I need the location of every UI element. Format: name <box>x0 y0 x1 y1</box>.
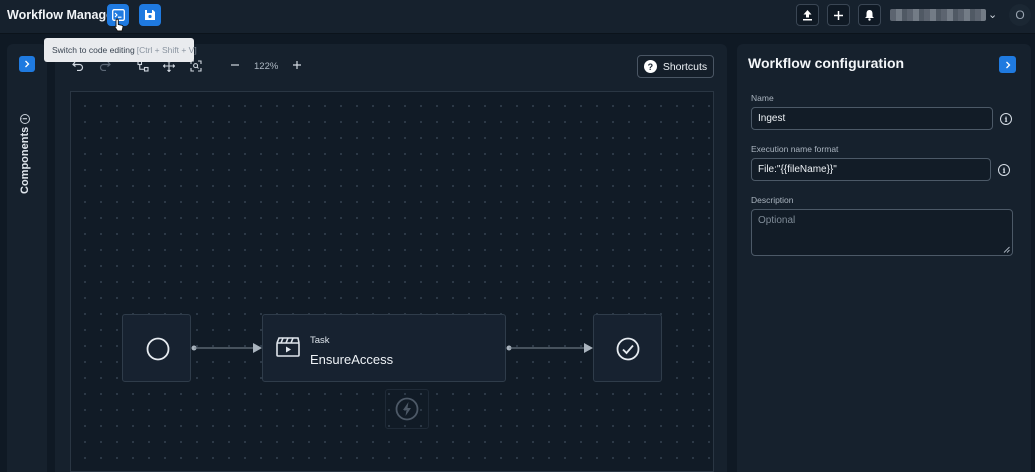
workflow-canvas-panel: 122% ? Shortcuts Task EnsureAccess <box>55 44 727 472</box>
components-rail: Components i <box>7 44 47 472</box>
app-title: Workflow Manager <box>7 8 118 22</box>
plus-icon <box>293 61 301 69</box>
zoom-level: 122% <box>254 61 279 72</box>
info-icon: i <box>20 113 30 124</box>
workflow-canvas[interactable]: Task EnsureAccess <box>70 91 714 472</box>
task-name-label: EnsureAccess <box>310 352 394 367</box>
circle-icon <box>146 337 170 361</box>
chevron-right-icon <box>1005 61 1010 68</box>
task-node[interactable]: Task EnsureAccess <box>262 314 506 382</box>
upload-button[interactable] <box>796 4 819 26</box>
bell-icon <box>865 10 874 21</box>
description-placeholder: Optional <box>758 215 796 226</box>
code-editing-tooltip: Switch to code editing [Ctrl + Shift + V… <box>44 38 197 62</box>
start-node[interactable] <box>122 314 191 382</box>
name-field[interactable]: Ingest <box>751 107 993 130</box>
avatar[interactable]: O <box>1009 4 1031 26</box>
execution-name-format-field[interactable]: File:"{{fileName}}" <box>751 158 991 181</box>
add-button[interactable] <box>827 4 850 26</box>
tooltip-text: Switch to code editing <box>52 45 135 55</box>
info-icon[interactable]: i <box>1000 113 1012 125</box>
shortcuts-label: Shortcuts <box>662 60 708 73</box>
clapperboard-icon <box>276 337 300 357</box>
mouse-pointer-icon <box>114 18 124 32</box>
description-field[interactable]: Optional <box>751 209 1013 256</box>
floppy-disk-icon <box>145 10 155 20</box>
components-label-text: Components <box>19 126 31 194</box>
trigger-slot[interactable] <box>385 389 429 429</box>
task-type-label: Task <box>310 335 330 346</box>
chevron-right-icon <box>25 60 30 68</box>
resize-handle-icon[interactable] <box>1003 246 1010 253</box>
end-node[interactable] <box>593 314 662 382</box>
top-bar: Workflow Manager ⌄ O <box>0 0 1035 34</box>
zoom-in-button[interactable] <box>292 60 302 70</box>
info-icon[interactable]: i <box>998 164 1010 176</box>
edge-start-to-task <box>191 343 262 353</box>
zoom-out-button[interactable] <box>230 60 240 70</box>
help-icon: ? <box>643 60 657 73</box>
chevron-down-icon[interactable]: ⌄ <box>988 8 997 21</box>
check-circle-icon <box>616 337 640 361</box>
upload-icon <box>803 10 812 21</box>
components-label[interactable]: Components i <box>19 113 31 194</box>
notifications-button[interactable] <box>858 4 881 26</box>
lightning-icon <box>395 397 419 421</box>
description-label: Description <box>751 195 794 205</box>
workflow-configuration-panel: Workflow configuration Name Ingest i Exe… <box>737 44 1031 472</box>
tooltip-shortcut: [Ctrl + Shift + V] <box>136 45 197 55</box>
plus-icon <box>834 10 843 20</box>
shortcuts-button[interactable]: ? Shortcuts <box>637 55 714 78</box>
edge-task-to-end <box>506 343 593 353</box>
name-label: Name <box>751 93 774 103</box>
execution-name-format-label: Execution name format <box>751 144 839 154</box>
collapse-config-button[interactable] <box>999 56 1016 73</box>
save-button[interactable] <box>139 4 161 26</box>
user-name-redacted[interactable] <box>890 9 986 21</box>
minus-icon <box>231 64 239 66</box>
config-title: Workflow configuration <box>748 55 905 71</box>
expand-components-button[interactable] <box>19 56 35 72</box>
